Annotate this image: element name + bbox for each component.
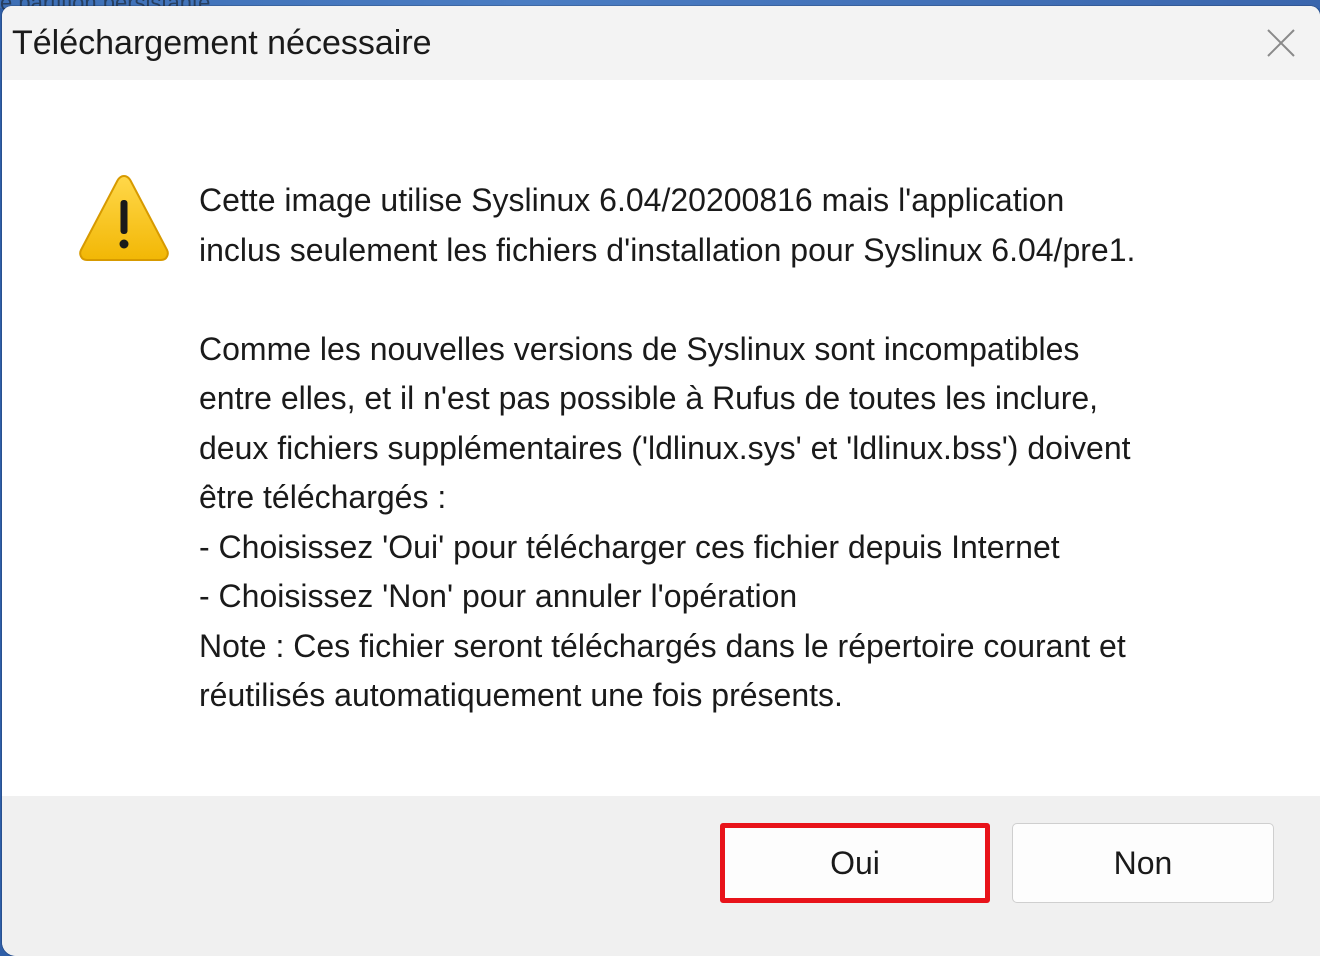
warning-triangle-icon: [79, 174, 169, 261]
message-line: deux fichiers supplémentaires ('ldlinux.…: [199, 429, 1131, 466]
message-line: inclus seulement les fichiers d'installa…: [199, 231, 1136, 268]
close-button[interactable]: [1242, 6, 1320, 80]
message-paragraph-gap: [199, 275, 1289, 325]
message-line: - Choisissez 'Oui' pour télécharger ces …: [199, 528, 1060, 565]
close-icon: [1267, 29, 1295, 57]
message-line: - Choisissez 'Non' pour annuler l'opérat…: [199, 578, 798, 614]
yes-button[interactable]: Oui: [720, 823, 990, 903]
message-line: réutilisés automatiquement une fois prés…: [199, 677, 843, 713]
message-line: Note : Ces fichier seront téléchargés da…: [199, 627, 1126, 664]
message-line: entre elles, et il n'est pas possible à …: [199, 380, 1099, 416]
no-button[interactable]: Non: [1012, 823, 1274, 903]
message-line: Cette image utilise Syslinux 6.04/202008…: [199, 182, 1065, 218]
dialog-message: Cette image utilise Syslinux 6.04/202008…: [199, 176, 1289, 721]
download-required-dialog: Téléchargement nécessaire Cette image ut…: [2, 6, 1320, 956]
message-line: être téléchargés :: [199, 479, 447, 515]
dialog-titlebar: Téléchargement nécessaire: [2, 6, 1320, 80]
dialog-footer: Oui Non: [2, 796, 1320, 956]
dialog-title: Téléchargement nécessaire: [12, 24, 432, 62]
message-line: Comme les nouvelles versions de Syslinux…: [199, 330, 1080, 367]
